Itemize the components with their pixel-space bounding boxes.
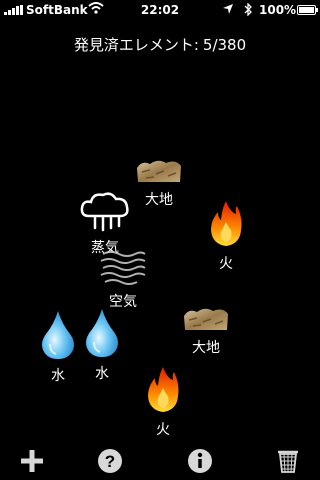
fire-icon	[148, 367, 179, 412]
steam-cloud-icon	[80, 192, 129, 232]
element-label: 火	[156, 422, 170, 438]
help-icon: ?	[98, 449, 122, 473]
location-arrow-icon	[222, 3, 234, 18]
air-icon	[100, 251, 146, 285]
earth-icon	[184, 308, 228, 330]
element-fire[interactable]: 火	[133, 366, 193, 439]
add-element-button[interactable]	[19, 448, 45, 474]
element-label: 大地	[145, 192, 173, 208]
battery-percent: 100%	[259, 3, 297, 17]
plus-icon	[21, 450, 43, 472]
element-label: 大地	[192, 340, 220, 356]
bottom-toolbar: ?	[0, 440, 320, 480]
discovered-elements-header: 発見済エレメント: 5/380	[0, 34, 320, 55]
element-fire[interactable]: 火	[196, 200, 256, 273]
element-water[interactable]: 水	[72, 308, 132, 383]
status-bar: SoftBank 22:02 100%	[0, 0, 320, 20]
earth-icon	[137, 160, 181, 182]
water-drop-icon	[86, 309, 118, 357]
fire-icon	[211, 201, 242, 246]
discovered-count: 5/380	[202, 36, 247, 54]
trash-icon	[278, 450, 298, 473]
svg-text:?: ?	[105, 452, 115, 471]
element-label: 水	[95, 366, 109, 382]
element-air[interactable]: 空気	[93, 246, 153, 311]
info-button[interactable]	[187, 448, 213, 474]
bluetooth-icon	[243, 2, 253, 19]
trash-button[interactable]	[275, 448, 301, 474]
info-icon	[188, 449, 212, 473]
water-drop-icon	[42, 311, 74, 359]
battery-level	[299, 7, 314, 13]
help-button[interactable]: ?	[97, 448, 123, 474]
discovered-label: 発見済エレメント:	[73, 36, 199, 54]
element-earth[interactable]: 大地	[129, 158, 189, 209]
element-earth[interactable]: 大地	[176, 306, 236, 357]
element-label: 火	[219, 256, 233, 272]
battery-icon	[297, 5, 318, 15]
